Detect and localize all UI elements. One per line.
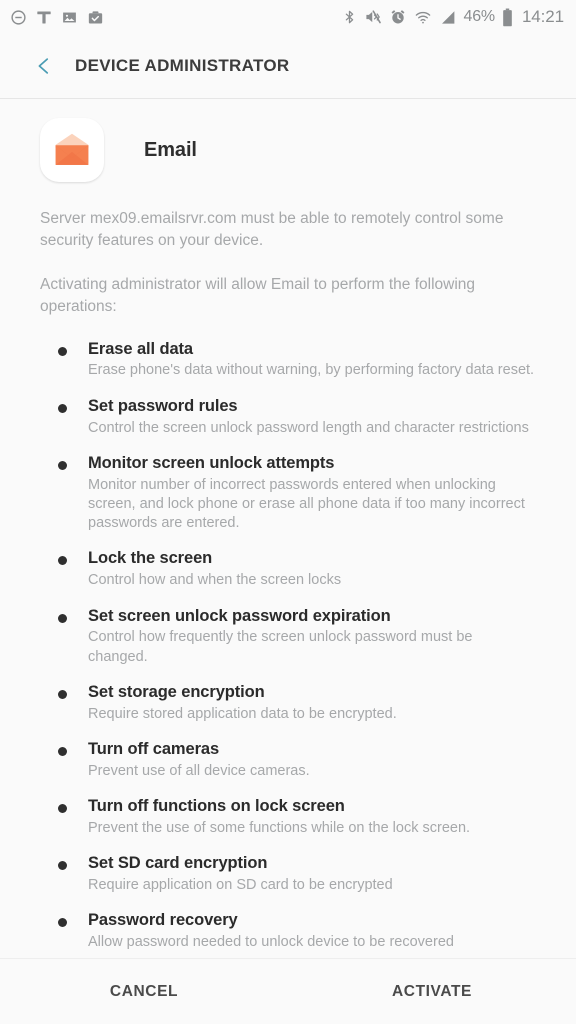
back-chevron-icon (33, 55, 55, 77)
bullet-icon (58, 556, 67, 566)
bullet-icon (58, 689, 67, 699)
bullet-icon (58, 613, 67, 623)
operation-description: Allow password needed to unlock device t… (88, 933, 454, 950)
operation-title: Monitor screen unlock attempts (88, 453, 335, 472)
do-not-disturb-icon (10, 9, 27, 26)
wifi-icon (414, 9, 432, 26)
bullet-icon (58, 460, 67, 470)
email-app-icon (40, 118, 104, 182)
operation-title: Password recovery (88, 911, 238, 930)
operation-description: Require stored application data to be en… (88, 705, 397, 722)
content-area: Email Server mex09.emailsrvr.com must be… (0, 99, 576, 958)
app-name: Email (144, 138, 197, 161)
bullet-icon (58, 861, 67, 871)
operation-title: Set screen unlock password expiration (88, 606, 391, 625)
device-administrator-screen: 46% 14:21 DEVICE ADMINISTRATOR Email Ser… (0, 0, 576, 1024)
operation-title: Set SD card encryption (88, 854, 268, 873)
operation-title: Set storage encryption (88, 682, 265, 701)
cancel-button[interactable]: CANCEL (0, 965, 288, 1019)
operation-title: Turn off functions on lock screen (88, 797, 345, 816)
status-bar-clock: 14:21 (521, 7, 564, 26)
list-item: Monitor screen unlock attempts Monitor n… (40, 454, 536, 534)
list-item: Erase all data Erase phone's data withou… (40, 340, 536, 381)
operation-title: Set password rules (88, 396, 238, 415)
operation-description: Control how and when the screen locks (88, 572, 342, 589)
status-bar: 46% 14:21 (0, 0, 576, 34)
bluetooth-icon (342, 8, 357, 26)
operation-description: Require application on SD card to be enc… (88, 876, 393, 893)
back-button[interactable] (24, 46, 64, 86)
status-bar-left-icons (10, 9, 104, 26)
alarm-icon (389, 8, 407, 26)
list-item: Turn off functions on lock screen Preven… (40, 797, 536, 838)
battery-icon (502, 8, 513, 27)
page-title: DEVICE ADMINISTRATOR (75, 56, 290, 75)
list-item: Lock the screen Control how and when the… (40, 549, 536, 590)
cellular-signal-icon (439, 9, 457, 26)
bullet-icon (58, 746, 67, 756)
carrier-tmobile-icon (36, 9, 52, 26)
operation-description: Prevent use of all device cameras. (88, 762, 310, 779)
server-notice-text: Server mex09.emailsrvr.com must be able … (40, 210, 504, 250)
battery-percentage: 46% (463, 8, 496, 25)
list-item: Turn off cameras Prevent use of all devi… (40, 740, 536, 781)
bullet-icon (58, 804, 67, 814)
footer-button-bar: CANCEL ACTIVATE (0, 958, 576, 1024)
app-identity-row: Email (40, 99, 536, 186)
bullet-icon (58, 403, 67, 413)
operation-description: Prevent the use of some functions while … (88, 819, 471, 836)
activate-button[interactable]: ACTIVATE (288, 965, 576, 1019)
status-bar-right-icons: 46% 14:21 (342, 7, 564, 27)
image-icon (61, 9, 78, 26)
operation-title: Erase all data (88, 339, 193, 358)
app-bar: DEVICE ADMINISTRATOR (0, 34, 576, 99)
bullet-icon (58, 918, 67, 928)
list-item: Set SD card encryption Require applicati… (40, 854, 536, 895)
list-item: Set storage encryption Require stored ap… (40, 683, 536, 724)
operation-description: Erase phone's data without warning, by p… (88, 362, 535, 379)
work-profile-icon (87, 9, 104, 26)
operation-description: Control the screen unlock password lengt… (88, 419, 529, 436)
list-item: Set screen unlock password expiration Co… (40, 607, 536, 667)
list-item: Set password rules Control the screen un… (40, 397, 536, 438)
operations-list: Erase all data Erase phone's data withou… (40, 340, 536, 953)
operation-description: Control how frequently the screen unlock… (88, 629, 473, 665)
operation-title: Lock the screen (88, 549, 213, 568)
mute-vibrate-icon (364, 8, 382, 26)
bullet-icon (58, 346, 67, 356)
list-item: Password recovery Allow password needed … (40, 911, 536, 952)
activation-notice-text: Activating administrator will allow Emai… (40, 276, 476, 316)
operation-title: Turn off cameras (88, 739, 220, 758)
operation-description: Monitor number of incorrect passwords en… (88, 476, 525, 532)
